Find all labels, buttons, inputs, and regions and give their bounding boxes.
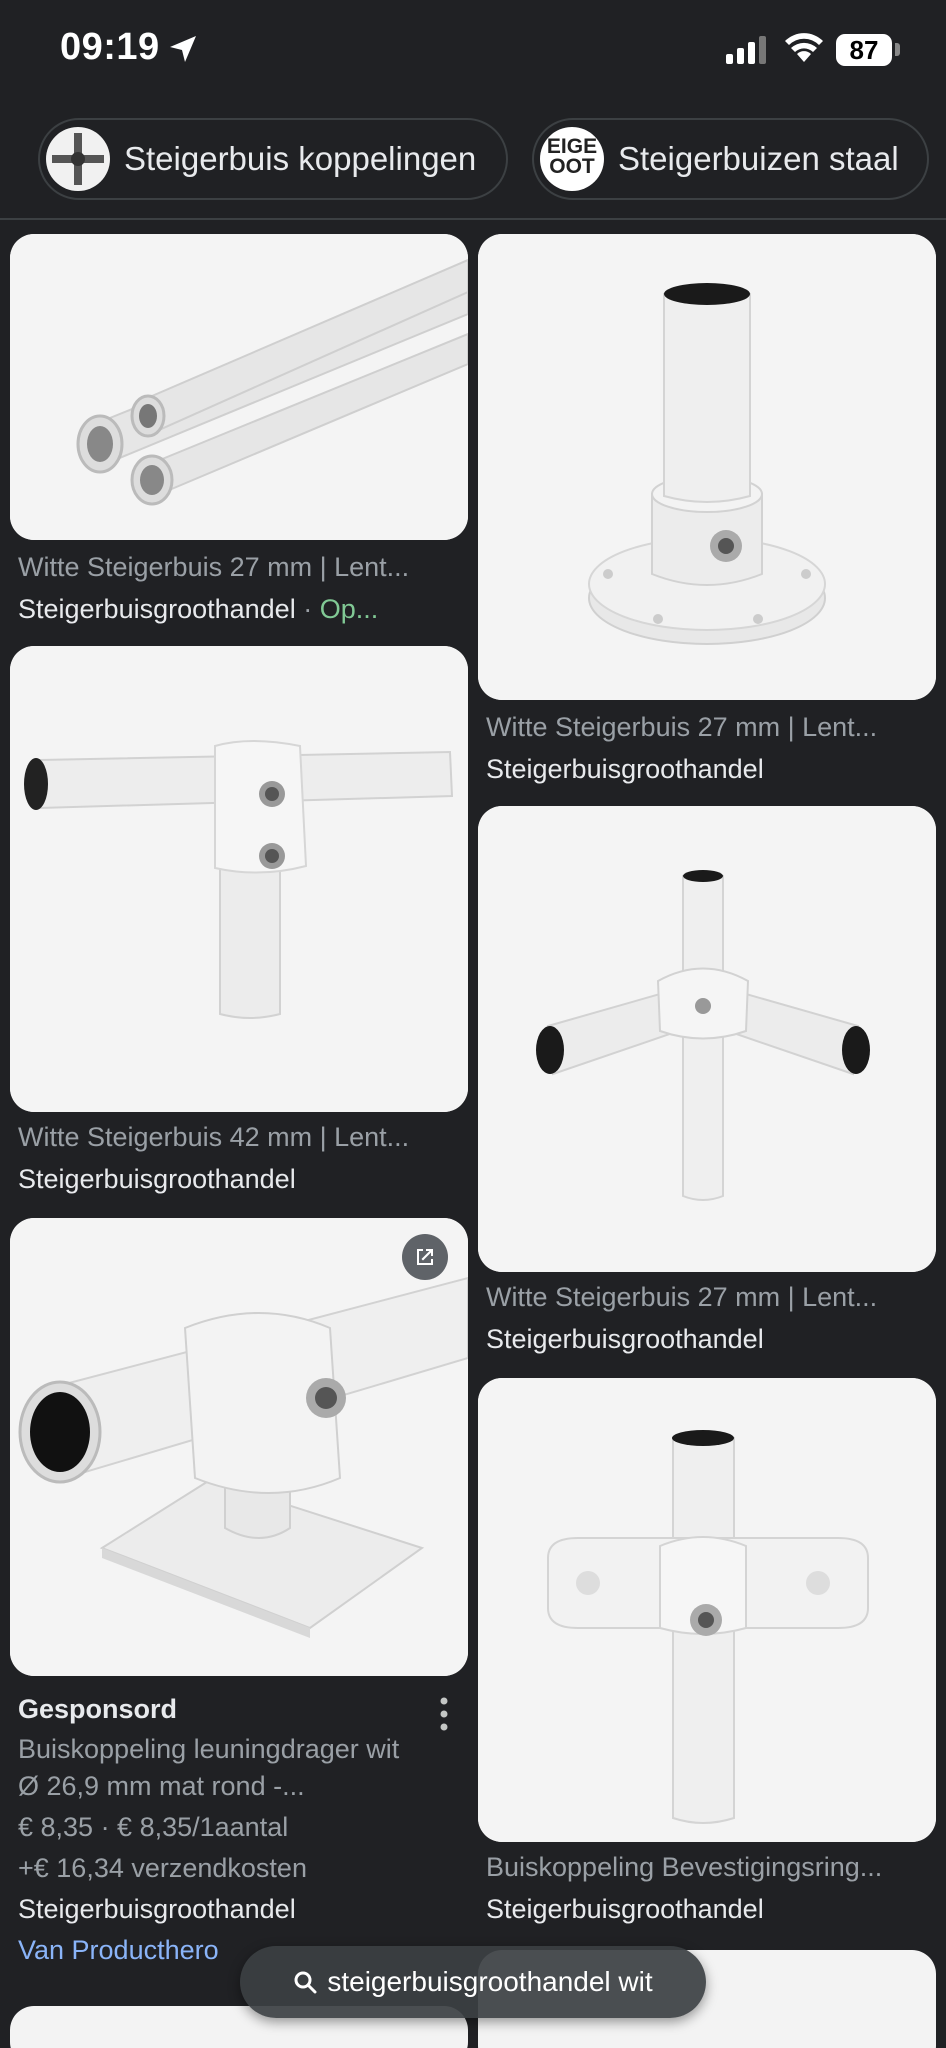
chip-steigerbuis-koppelingen[interactable]: Steigerbuis koppelingen [38,118,509,200]
result-source: Steigerbuisgroothandel [18,1894,296,1924]
related-search-chips: Steigerbuis koppelingen EIGE OOT Steiger… [0,118,946,202]
result-source: Steigerbuisgroothandel [18,1164,296,1194]
wifi-icon [785,33,823,62]
search-query-text: steigerbuisgroothandel wit [327,1966,653,1997]
result-image-corner-coupling[interactable] [478,806,936,1272]
tubes-product-image [10,234,468,540]
cross-coupling-icon [52,133,104,185]
result-title[interactable]: Witte Steigerbuis 27 mm | Lent... [486,1282,926,1313]
chip-thumbnail [46,127,110,191]
result-title-line2[interactable]: Ø 26,9 mm mat rond -... [18,1771,463,1802]
result-source: Steigerbuisgroothandel [486,1324,764,1354]
result-image-t-coupling[interactable] [10,646,468,1112]
chip-label: Steigerbuis koppelingen [124,140,477,177]
chip-steigerbuizen-staal[interactable]: EIGE OOT Steigerbuizen staal [532,118,929,200]
result-title[interactable]: Buiskoppeling Bevestigingsring... [486,1852,926,1883]
result-title[interactable]: Witte Steigerbuis 42 mm | Lent... [18,1122,458,1153]
result-shipping: +€ 16,34 verzendkosten [18,1853,307,1883]
status-bar: 09:19 87 [0,0,946,100]
floor-flange-product-image [478,234,936,700]
result-source-row: Steigerbuisgroothandel · Op... [18,594,458,625]
result-source: Steigerbuisgroothandel [486,754,764,784]
external-link-icon[interactable] [402,1234,448,1280]
sponsored-label: Gesponsord [18,1694,178,1724]
t-coupling-product-image [10,646,468,1112]
location-arrow-icon [170,36,196,62]
chip-logo-text: EIGE OOT [546,135,598,178]
chip-label: Steigerbuizen staal [618,140,899,177]
result-image-mounting-ring[interactable] [478,1378,936,1842]
result-source: Steigerbuisgroothandel [18,594,296,624]
battery-tip [895,43,900,56]
search-icon [294,1971,317,1994]
result-image-floor-flange[interactable] [478,234,936,700]
floating-search-pill[interactable]: steigerbuisgroothandel wit [240,1946,706,2018]
result-price: € 8,35 · € 8,35/1aantal [18,1812,289,1842]
source-separator: · [295,594,320,624]
cellular-signal-icon [726,36,766,64]
result-stock-tag: Op... [319,594,379,624]
result-title[interactable]: Witte Steigerbuis 27 mm | Lent... [486,712,926,743]
result-source: Steigerbuisgroothandel [486,1894,764,1924]
more-options-icon[interactable] [436,1696,452,1732]
result-title[interactable]: Buiskoppeling leuningdrager wit [18,1734,463,1765]
status-time: 09:19 [60,26,160,68]
chips-divider [0,218,946,220]
mounting-ring-product-image [478,1378,936,1842]
corner-coupling-product-image [478,806,936,1272]
result-image-white-tubes[interactable] [10,234,468,540]
result-image-railing-support[interactable] [10,1218,468,1676]
result-title[interactable]: Witte Steigerbuis 27 mm | Lent... [18,552,458,583]
chip-logo-thumbnail: EIGE OOT [540,127,604,191]
railing-support-product-image [10,1218,468,1676]
battery-level: 87 [836,34,892,66]
